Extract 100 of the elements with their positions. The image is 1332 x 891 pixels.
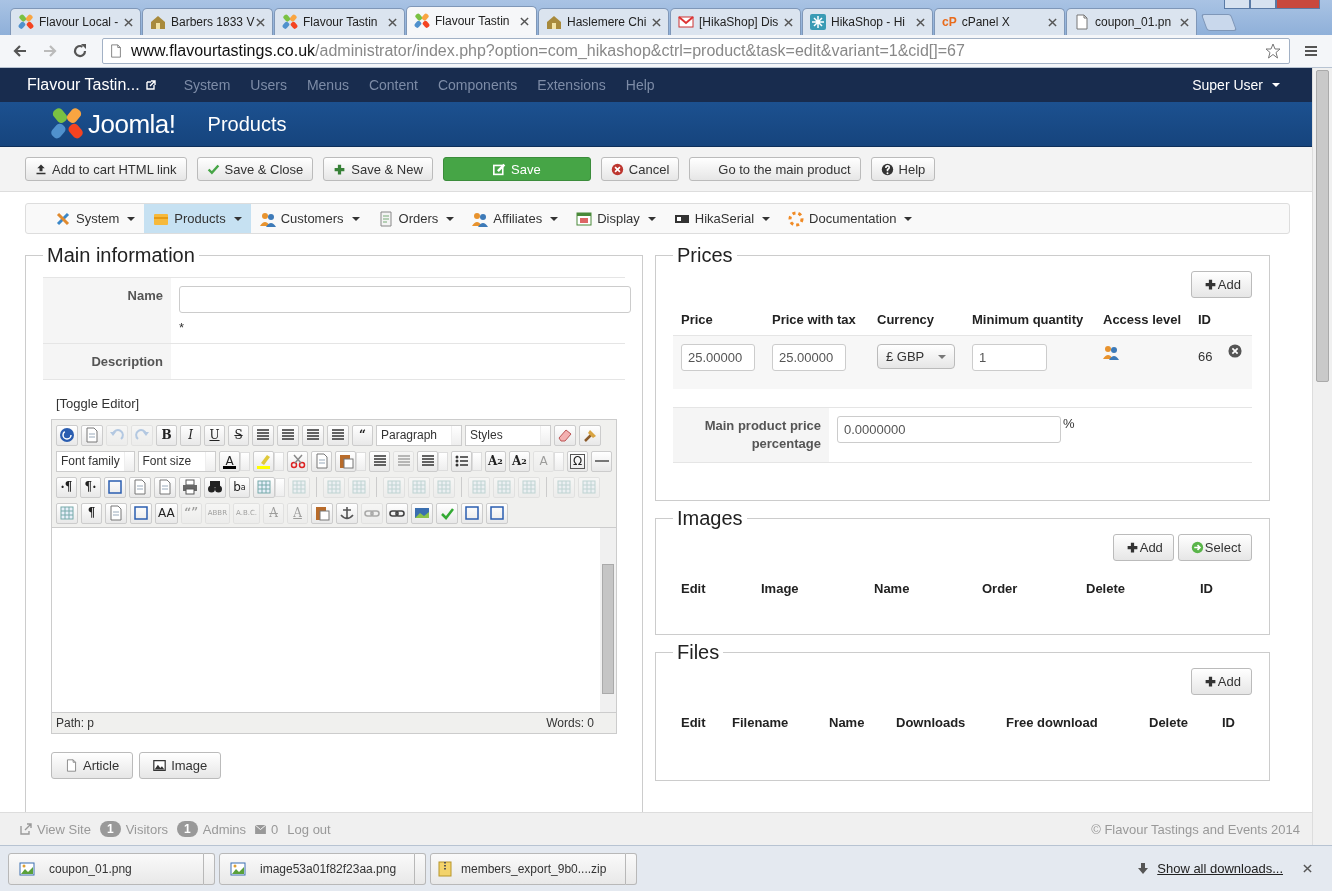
- dropdown-button[interactable]: [415, 852, 426, 885]
- format-select[interactable]: Font family: [56, 450, 135, 472]
- toolbar-button[interactable]: Help: [870, 157, 936, 181]
- page-icon: [132, 479, 148, 495]
- submenu-item[interactable]: System: [46, 204, 145, 233]
- submenu-item[interactable]: Customers: [250, 204, 369, 233]
- download-item[interactable]: members_export_9b0....zip: [430, 852, 626, 885]
- menu-item[interactable]: Content: [368, 77, 418, 93]
- submenu-item[interactable]: Products: [144, 204, 251, 233]
- download-item[interactable]: image53a01f82f23aa.png: [219, 852, 415, 885]
- help-icon: [59, 427, 75, 443]
- editor-button[interactable]: [204, 476, 226, 498]
- browser-tab[interactable]: Barbers 1833 V: [142, 8, 273, 35]
- toolbar-button[interactable]: Add to cart HTML link: [25, 157, 187, 181]
- editor-button[interactable]: [327, 424, 349, 446]
- dropdown-button[interactable]: [626, 852, 637, 885]
- browser-tab[interactable]: Flavour Tastin: [274, 8, 405, 35]
- editor-button[interactable]: B: [156, 424, 177, 446]
- editor-button[interactable]: “: [352, 424, 373, 446]
- format-select[interactable]: Font size: [137, 450, 216, 472]
- editor-button[interactable]: Article: [51, 752, 134, 779]
- menu-item[interactable]: Extensions: [537, 77, 606, 93]
- editor-button[interactable]: [417, 450, 438, 472]
- price-field[interactable]: 25.00000: [772, 344, 846, 371]
- editor-button[interactable]: [252, 424, 274, 446]
- browser-tab[interactable]: cP cPanel X: [934, 8, 1065, 35]
- editor-button[interactable]: [451, 450, 472, 472]
- brush-icon: [582, 427, 598, 443]
- toggle-editor-link[interactable]: [Toggle Editor]: [56, 396, 625, 411]
- show-all-downloads-link[interactable]: Show all downloads...: [1157, 861, 1283, 876]
- browser-tab[interactable]: coupon_01.pn: [1066, 8, 1197, 35]
- image-file-icon: [230, 860, 246, 877]
- editor-button[interactable]: S: [228, 424, 249, 446]
- menu-item[interactable]: Components: [437, 77, 518, 93]
- editor-button[interactable]: U: [204, 424, 225, 446]
- table-icon: [351, 479, 367, 495]
- dropdown-button[interactable]: [204, 852, 215, 885]
- name-field[interactable]: [179, 286, 631, 313]
- editor-button[interactable]: [277, 424, 299, 446]
- maximize-button[interactable]: [1250, 0, 1276, 9]
- browser-tab[interactable]: [HikaShop] Dis: [670, 8, 801, 35]
- format-select[interactable]: Paragraph: [376, 424, 462, 446]
- new-tab-button[interactable]: [1200, 14, 1238, 31]
- editor-button[interactable]: ·¶: [56, 476, 77, 498]
- dropdown-button[interactable]: [275, 477, 285, 497]
- editor-button[interactable]: AA: [155, 502, 178, 524]
- menu-item[interactable]: Help: [625, 77, 655, 93]
- price-field[interactable]: 25.00000: [681, 344, 755, 371]
- menu-item[interactable]: Users: [250, 77, 287, 93]
- add-button[interactable]: Add: [1190, 668, 1252, 695]
- currency-select[interactable]: £ GBP: [877, 344, 955, 369]
- format-select[interactable]: Styles: [465, 424, 551, 446]
- editor-button[interactable]: [179, 476, 201, 498]
- browser-tab[interactable]: Flavour Local -: [10, 8, 141, 35]
- toolbar-button[interactable]: Cancel: [600, 157, 680, 181]
- editor-button[interactable]: [369, 450, 390, 472]
- menu-item[interactable]: Menus: [306, 77, 349, 93]
- close-icon: [388, 17, 397, 27]
- submenu-item[interactable]: HikaSerial: [664, 204, 780, 233]
- submenu-item[interactable]: Orders: [368, 204, 464, 233]
- editor-button[interactable]: Ω: [567, 450, 588, 472]
- table-icon: [291, 479, 307, 495]
- toolbar-button[interactable]: Go to the main product: [689, 157, 861, 181]
- editor-button[interactable]: ¶: [81, 502, 102, 524]
- editor-button[interactable]: [56, 424, 78, 446]
- editor-button[interactable]: A: [219, 450, 240, 472]
- page-icon: [313, 453, 330, 469]
- add-button[interactable]: Select: [1177, 534, 1252, 561]
- add-button[interactable]: Add: [1190, 271, 1252, 298]
- submenu-item[interactable]: Affiliates: [463, 204, 568, 233]
- browser-tab[interactable]: Flavour Tastin: [406, 6, 537, 35]
- toolbar-button[interactable]: Save & Close: [196, 157, 314, 181]
- house-icon: [546, 14, 562, 30]
- editor-button[interactable]: [336, 502, 359, 524]
- browser-tab[interactable]: HikaShop - Hi: [802, 8, 933, 35]
- scrollbar[interactable]: [600, 528, 616, 712]
- browser-tab[interactable]: Haslemere Chi: [538, 8, 669, 35]
- scrollbar[interactable]: [1312, 68, 1332, 845]
- close-icon: [1048, 17, 1057, 27]
- user-menu[interactable]: Super User: [1192, 77, 1280, 93]
- editor-button[interactable]: [302, 424, 324, 446]
- minimize-button[interactable]: [1224, 0, 1250, 9]
- submenu-item[interactable]: Display: [567, 204, 665, 233]
- table-icon: [436, 479, 452, 495]
- tools-icon: [55, 210, 71, 227]
- site-link[interactable]: Flavour Tastin...: [27, 76, 140, 94]
- toolbar-button[interactable]: Save & New: [323, 157, 433, 181]
- add-button[interactable]: Add: [1112, 534, 1174, 561]
- quantity-field[interactable]: 1: [972, 344, 1047, 371]
- menu-item[interactable]: System: [183, 77, 231, 93]
- editor-button[interactable]: ¶·: [80, 476, 101, 498]
- address-field[interactable]: www.flavourtastings.co.uk/administrator/index.php?option=com_hikashop&ctrl=product&task=edit&variant=1&cid[]=67: [102, 38, 1290, 64]
- editor-button[interactable]: I: [180, 424, 201, 446]
- percentage-field[interactable]: 0.0000000: [837, 416, 1061, 443]
- editor-button[interactable]: [386, 502, 409, 524]
- close-icon: [1180, 17, 1189, 27]
- submenu-item[interactable]: Documentation: [779, 204, 922, 233]
- dropdown-button[interactable]: [240, 451, 250, 471]
- download-item[interactable]: coupon_01.png: [8, 852, 204, 885]
- editor-button[interactable]: Image: [139, 752, 222, 779]
